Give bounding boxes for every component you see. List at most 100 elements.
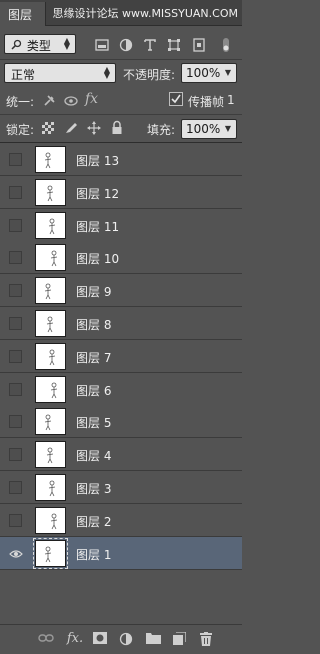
layer-name: 图层 13 (76, 154, 120, 168)
type-filter-icon[interactable] (143, 38, 157, 52)
layer-row[interactable]: 图层 11 (0, 209, 242, 242)
eye-icon[interactable] (9, 548, 23, 561)
layer-thumbnail[interactable] (35, 212, 66, 239)
visibility-toggle[interactable] (9, 284, 22, 297)
dropdown-arrow-icon: ▼ (224, 124, 231, 133)
layer-name: 图层 4 (76, 449, 112, 463)
watermark-text: 思缘设计论坛 www.MISSYUAN.COM (52, 7, 238, 20)
visibility-toggle[interactable] (9, 350, 22, 363)
layer-row[interactable]: 图层 10 (0, 241, 242, 274)
layer-row[interactable]: 图层 9 (0, 274, 242, 307)
visibility-toggle[interactable] (9, 514, 22, 527)
shape-filter-icon[interactable] (167, 38, 181, 52)
layer-row[interactable]: 图层 4 (0, 438, 242, 471)
layer-row[interactable]: 图层 2 (0, 504, 242, 537)
link-layers-icon[interactable] (38, 632, 54, 646)
fill-value: 100% (186, 122, 221, 136)
fill-label: 填充: (147, 123, 176, 137)
opacity-label: 不透明度: (123, 68, 176, 82)
visibility-toggle[interactable] (9, 448, 22, 461)
layer-name: 图层 9 (76, 285, 112, 299)
new-group-icon[interactable] (146, 632, 161, 646)
layer-thumbnail[interactable] (35, 408, 66, 435)
tab-layers[interactable]: 图层 (0, 2, 46, 26)
filter-kind-label: 类型 (26, 39, 51, 53)
adjustment-filter-icon[interactable] (119, 38, 133, 52)
fill-field[interactable]: 100% ▼ (181, 119, 237, 139)
filter-kind-select[interactable]: 类型 ▲ ▼ (4, 34, 76, 54)
filter-toggle-icon[interactable] (221, 37, 235, 52)
lock-all-icon[interactable] (111, 120, 123, 138)
chevron-updown-icon: ▲ ▼ (63, 36, 70, 51)
visibility-toggle[interactable] (9, 186, 22, 199)
visibility-toggle[interactable] (9, 219, 22, 232)
lock-pixels-icon[interactable] (64, 121, 78, 138)
propagate-frame-checkbox[interactable] (169, 92, 183, 106)
layer-row[interactable]: 图层 8 (0, 307, 242, 340)
chevron-updown-icon: ▲ ▼ (103, 65, 110, 80)
visibility-toggle[interactable] (9, 383, 22, 396)
opacity-field[interactable]: 100% ▼ (181, 63, 237, 83)
dropdown-arrow-icon: ▼ (224, 68, 231, 77)
lock-row: 锁定: 填充: 100% ▼ (0, 116, 242, 142)
layer-thumbnail[interactable] (35, 376, 66, 403)
visibility-toggle[interactable] (9, 153, 22, 166)
layer-name: 图层 10 (76, 252, 120, 266)
layer-name: 图层 1 (76, 548, 112, 562)
layer-thumbnail[interactable] (35, 310, 66, 337)
divider (0, 114, 242, 115)
layer-name: 图层 2 (76, 515, 112, 529)
layer-row[interactable]: 图层 1 (0, 537, 242, 570)
layer-name: 图层 6 (76, 384, 112, 398)
checkmark-icon (171, 94, 181, 104)
panel-tab-bar: 图层 思缘设计论坛 www.MISSYUAN.COM (0, 0, 242, 26)
image-filter-icon[interactable] (95, 38, 109, 52)
search-icon (11, 39, 23, 53)
layer-row[interactable]: 图层 3 (0, 471, 242, 504)
visibility-toggle[interactable] (9, 415, 22, 428)
layer-thumbnail[interactable] (35, 507, 66, 534)
fx-icon[interactable]: fx. (66, 632, 84, 646)
layer-thumbnail[interactable] (35, 277, 66, 304)
layer-name: 图层 7 (76, 351, 112, 365)
visibility-toggle[interactable] (9, 251, 22, 264)
new-layer-icon[interactable] (172, 631, 187, 646)
unify-row: 统一: fx 传播帧 1 (0, 89, 242, 113)
layer-thumbnail[interactable] (35, 244, 66, 271)
layer-thumbnail[interactable] (35, 441, 66, 468)
lock-position-icon[interactable] (87, 121, 101, 138)
filter-row: 类型 ▲ ▼ (0, 30, 242, 58)
panel-footer: fx. (0, 624, 242, 654)
layer-name: 图层 8 (76, 318, 112, 332)
unify-style-icon[interactable]: fx (85, 91, 98, 107)
layer-thumbnail[interactable] (33, 538, 68, 569)
opacity-value: 100% (186, 66, 221, 80)
propagate-frame-label: 传播帧 (188, 95, 225, 109)
blend-mode-select[interactable]: 正常 ▲ ▼ (4, 63, 116, 83)
adjustment-layer-icon[interactable] (119, 632, 133, 646)
smart-object-filter-icon[interactable] (192, 38, 206, 52)
layer-mask-icon[interactable] (93, 632, 107, 646)
layer-row[interactable]: 图层 7 (0, 340, 242, 373)
layer-row[interactable]: 图层 5 (0, 405, 242, 438)
layer-row[interactable]: 图层 6 (0, 373, 242, 406)
visibility-toggle[interactable] (9, 317, 22, 330)
blend-mode-value: 正常 (11, 68, 36, 82)
layer-thumbnail[interactable] (35, 474, 66, 501)
layer-row[interactable]: 图层 12 (0, 176, 242, 209)
layer-thumbnail[interactable] (35, 343, 66, 370)
delete-layer-icon[interactable] (199, 632, 213, 646)
layer-thumbnail[interactable] (35, 146, 66, 173)
layer-thumbnail[interactable] (35, 179, 66, 206)
frame-number: 1 (227, 93, 235, 107)
layer-row[interactable]: 图层 13 (0, 143, 242, 176)
layer-name: 图层 5 (76, 416, 112, 430)
layer-name: 图层 12 (76, 187, 120, 201)
visibility-toggle[interactable] (9, 481, 22, 494)
layer-name: 图层 11 (76, 220, 120, 234)
blend-row: 正常 ▲ ▼ 不透明度: 100% ▼ (0, 60, 242, 88)
unify-visibility-icon[interactable] (63, 95, 79, 110)
lock-transparent-icon[interactable] (42, 122, 54, 137)
lock-label: 锁定: (6, 123, 35, 137)
unify-position-icon[interactable] (42, 94, 56, 111)
